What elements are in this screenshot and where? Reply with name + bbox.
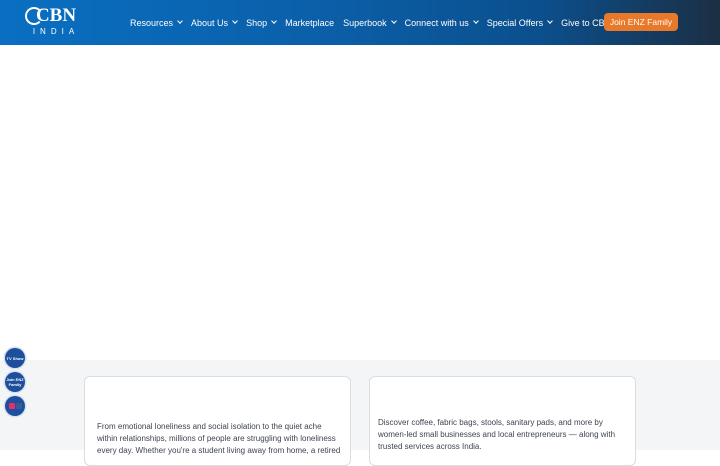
facebook-icon [15,403,22,409]
cbn-india-logo[interactable]: CBN INDIA [24,6,88,38]
join-enz-family-float-button[interactable]: Join ENZ Family [5,372,25,392]
card-description: From emotional loneliness and social iso… [97,422,341,455]
card-description: Discover coffee, fabric bags, stools, sa… [378,418,616,451]
instagram-icon [8,403,15,409]
nav-label: Connect with us [404,17,469,28]
social-share-button[interactable] [5,396,25,416]
logo-text-india: INDIA [32,27,80,36]
nav-label: Marketplace [285,17,335,28]
site-header: CBN INDIA Resources About Us Shop Market… [0,0,720,45]
chevron-down-icon [271,18,277,24]
chevron-down-icon [177,18,183,24]
social-icons [8,403,22,409]
nav-label: Superbook [343,17,387,28]
nav-label: Resources [130,17,174,28]
chevron-down-icon [472,18,479,24]
loneliness-card[interactable]: From emotional loneliness and social iso… [84,376,351,466]
hero-area [0,45,720,360]
nav-item-resources[interactable]: Resources [130,17,183,28]
join-enz-family-button[interactable]: Join ENZ Family [604,13,678,31]
nav-label: About Us [191,17,229,28]
nav-item-marketplace[interactable]: Marketplace [285,18,334,28]
chevron-down-icon [547,18,553,24]
nav-item-superbook[interactable]: Superbook [343,17,397,28]
nav-item-shop[interactable]: Shop [246,17,277,28]
nav-item-connect-with-us[interactable]: Connect with us [404,17,479,28]
chevron-down-icon [232,18,238,24]
tv-show-button[interactable]: TV Show [5,348,25,368]
nav-item-about-us[interactable]: About Us [191,17,238,28]
nav-item-special-offers[interactable]: Special Offers [486,17,553,28]
main-nav: Resources About Us Shop Marketplace Supe… [130,0,620,45]
chevron-down-icon [390,18,397,24]
nav-label: Special Offers [486,17,544,28]
nav-label: Shop [246,17,268,28]
marketplace-card[interactable]: Discover coffee, fabric bags, stools, sa… [369,376,636,466]
logo-text-cbn: CBN [35,5,77,26]
